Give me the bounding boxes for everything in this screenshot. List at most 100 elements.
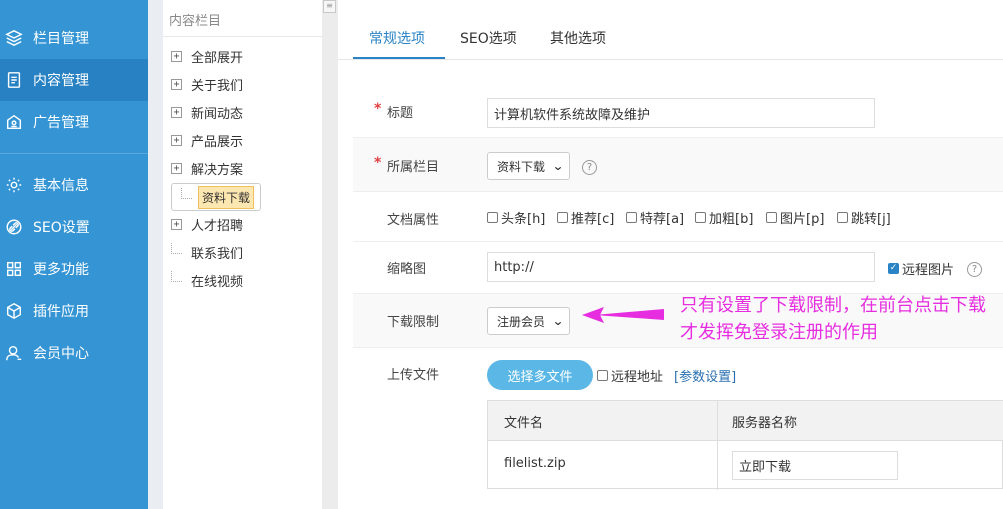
user-icon (2, 343, 26, 363)
sidebar-item-label: 基本信息 (33, 178, 89, 194)
tree-node[interactable]: + 人才招聘 (171, 212, 246, 236)
tree-node[interactable]: + 产品展示 (171, 128, 246, 152)
sidebar-item-ad-manage[interactable]: 广告管理 (0, 101, 148, 143)
sidebar-item-label: 插件应用 (33, 304, 89, 320)
category-tree-panel: 内容栏目 + 全部展开 + 关于我们 + 新闻动态 + 产品展示 + 解决方案 资料下载 … (163, 0, 323, 509)
attr-checkbox-special[interactable]: 特荐[a] (626, 208, 684, 227)
checkbox-checked[interactable]: ✓ (888, 263, 899, 274)
file-table: 文件名 服务器名称 filelist.zip 立即下载 (487, 400, 1003, 490)
param-settings-link[interactable]: [参数设置] (674, 366, 736, 385)
form-row-attributes: 文档属性 头条[h] 推荐[c] 特荐[a] 加粗[b] 图片[p] 跳转[j] (353, 192, 1003, 242)
tree-divider (163, 36, 323, 37)
sidebar-item-basic-info[interactable]: 基本信息 (0, 164, 148, 206)
chevron-down-icon: ⌄ (552, 159, 565, 173)
checkbox[interactable] (557, 212, 568, 223)
tab-general[interactable]: 常规选项 (369, 28, 425, 48)
sidebar-item-label: 广告管理 (33, 115, 89, 131)
server-name-input[interactable]: 立即下载 (732, 451, 898, 480)
sidebar-item-label: SEO设置 (33, 220, 90, 236)
help-icon[interactable]: ? (967, 262, 982, 277)
sidebar-item-member-center[interactable]: 会员中心 (0, 332, 148, 374)
sidebar-item-label: 更多功能 (33, 262, 89, 278)
sidebar-divider (0, 153, 148, 154)
attr-checkbox-bold[interactable]: 加粗[b] (695, 208, 753, 227)
tree-node[interactable]: 在线视频 (171, 268, 246, 292)
sidebar-item-label: 会员中心 (33, 346, 89, 362)
sidebar-item-more-functions[interactable]: 更多功能 (0, 248, 148, 290)
tree-node[interactable]: 联系我们 (171, 240, 246, 264)
checkbox[interactable] (487, 212, 498, 223)
attr-checkbox-headline[interactable]: 头条[h] (487, 208, 545, 227)
sidebar: 栏目管理 内容管理 广告管理 基本信息 SEO设置 更多功能 插件应用 会员中心 (0, 0, 148, 509)
select-files-button[interactable]: 选择多文件 (487, 360, 593, 390)
tree-connector (181, 187, 192, 199)
attr-checkbox-jump[interactable]: 跳转[j] (837, 208, 891, 227)
title-label: 标题 (387, 106, 414, 121)
required-mark: * (374, 101, 382, 117)
document-icon (2, 70, 26, 90)
active-tab-indicator (353, 57, 445, 59)
tree-scrollbar[interactable]: ≡ (322, 0, 338, 509)
remote-image-checkbox[interactable]: ✓ 远程图片 (888, 259, 954, 278)
tree-node[interactable]: + 解决方案 (171, 156, 246, 180)
tab-other[interactable]: 其他选项 (550, 28, 606, 48)
sidebar-item-content-manage[interactable]: 内容管理 (0, 59, 148, 101)
tree-connector (171, 242, 182, 254)
category-label: 所属栏目 (387, 160, 440, 175)
sidebar-item-seo-settings[interactable]: SEO设置 (0, 206, 148, 248)
title-input[interactable]: 计算机软件系统故障及维护 (487, 98, 875, 128)
expand-icon[interactable]: + (171, 218, 182, 230)
tree-node-expand-all[interactable]: + 全部展开 (171, 44, 246, 68)
tab-bar: 常规选项 SEO选项 其他选项 (338, 0, 1003, 60)
thumbnail-label: 缩略图 (387, 262, 427, 277)
expand-icon[interactable]: + (171, 134, 182, 146)
attr-checkbox-recommend[interactable]: 推荐[c] (557, 208, 614, 227)
scrollbar-thumb[interactable]: ≡ (323, 0, 336, 13)
chevron-down-icon: ⌄ (552, 314, 565, 328)
column-divider (717, 401, 718, 490)
tree-title: 内容栏目 (169, 14, 222, 29)
checkbox[interactable] (597, 370, 608, 381)
form-row-title: * 标题 计算机软件系统故障及维护 (353, 88, 1003, 138)
sidebar-item-label: 内容管理 (33, 73, 89, 89)
category-select[interactable]: 资料下载 ⌄ (487, 152, 571, 180)
layers-icon (2, 28, 26, 48)
grid-icon (2, 259, 26, 279)
checkbox[interactable] (766, 212, 777, 223)
checkbox[interactable] (837, 212, 848, 223)
download-limit-select[interactable]: 注册会员 ⌄ (487, 307, 571, 335)
link-icon (2, 217, 26, 237)
checkbox[interactable] (626, 212, 637, 223)
cube-icon (2, 301, 26, 321)
attributes-label: 文档属性 (387, 213, 440, 228)
form-row-category: * 所属栏目 资料下载 ⌄ ? (353, 138, 1003, 192)
checkbox[interactable] (695, 212, 706, 223)
ad-icon (2, 112, 26, 132)
form-row-thumbnail: 缩略图 http:// ✓ 远程图片 ? (353, 242, 1003, 294)
file-name-cell: filelist.zip (504, 456, 566, 471)
tree-node[interactable]: + 新闻动态 (171, 100, 246, 124)
sidebar-item-plugins[interactable]: 插件应用 (0, 290, 148, 332)
tree-connector (171, 270, 182, 282)
annotation-arrow-icon (582, 307, 664, 323)
expand-icon[interactable]: + (171, 162, 182, 174)
tree-node[interactable]: + 关于我们 (171, 72, 246, 96)
tree-node-selected[interactable]: 资料下载 (171, 183, 262, 211)
column-header-filename: 文件名 (504, 416, 544, 431)
column-header-server-name: 服务器名称 (732, 416, 798, 431)
thumbnail-url-input[interactable]: http:// (487, 252, 875, 282)
attr-checkbox-image[interactable]: 图片[p] (766, 208, 824, 227)
download-limit-label: 下载限制 (387, 315, 440, 330)
expand-icon[interactable]: + (171, 50, 182, 62)
required-mark: * (374, 155, 382, 171)
tab-seo[interactable]: SEO选项 (460, 28, 517, 48)
expand-icon[interactable]: + (171, 106, 182, 118)
help-icon[interactable]: ? (582, 160, 597, 175)
gear-icon (2, 175, 26, 195)
expand-icon[interactable]: + (171, 78, 182, 90)
remote-address-checkbox[interactable]: 远程地址 (597, 366, 663, 385)
sidebar-item-label: 栏目管理 (33, 31, 89, 47)
upload-label: 上传文件 (387, 368, 440, 383)
sidebar-item-column-manage[interactable]: 栏目管理 (0, 17, 148, 59)
annotation-note: 只有设置了下载限制，在前台点击下载才发挥免登录注册的作用 (680, 295, 986, 343)
